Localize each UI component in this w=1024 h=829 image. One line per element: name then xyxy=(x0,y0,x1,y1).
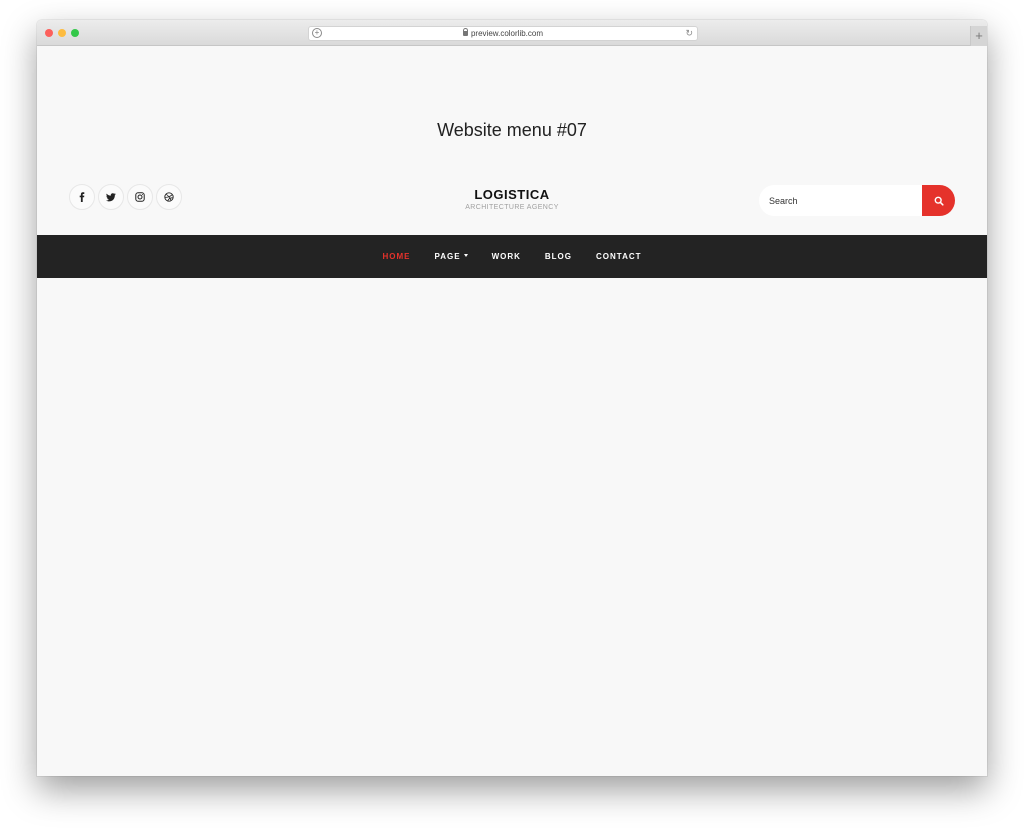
new-tab-button[interactable]: + xyxy=(970,26,987,46)
minimize-window-button[interactable] xyxy=(58,29,66,37)
search-button[interactable] xyxy=(922,185,955,216)
nav-item-contact[interactable]: CONTACT xyxy=(596,235,642,278)
search-input[interactable] xyxy=(759,185,925,216)
browser-window: + preview.colorlib.com ↻ + Website menu … xyxy=(37,20,987,776)
search-icon xyxy=(934,196,944,206)
close-window-button[interactable] xyxy=(45,29,53,37)
address-bar[interactable]: + preview.colorlib.com ↻ xyxy=(308,26,698,41)
url-text: preview.colorlib.com xyxy=(470,29,544,38)
zoom-window-button[interactable] xyxy=(71,29,79,37)
browser-titlebar: + preview.colorlib.com ↻ + xyxy=(37,20,987,46)
reload-icon[interactable]: ↻ xyxy=(685,27,693,39)
nav-item-work[interactable]: WORK xyxy=(492,235,521,278)
page-title: Website menu #07 xyxy=(437,120,587,140)
nav-item-home[interactable]: HOME xyxy=(382,235,410,278)
search-form xyxy=(759,185,955,216)
lock-icon xyxy=(462,28,468,36)
nav-item-blog[interactable]: BLOG xyxy=(545,235,572,278)
nav-menu: HOME PAGE WORK BLOG CONTACT xyxy=(37,235,987,278)
nav-item-page-label: PAGE xyxy=(434,252,461,261)
nav-item-page[interactable]: PAGE xyxy=(434,235,468,278)
main-navbar: HOME PAGE WORK BLOG CONTACT xyxy=(37,235,987,278)
chevron-down-icon xyxy=(463,254,468,257)
